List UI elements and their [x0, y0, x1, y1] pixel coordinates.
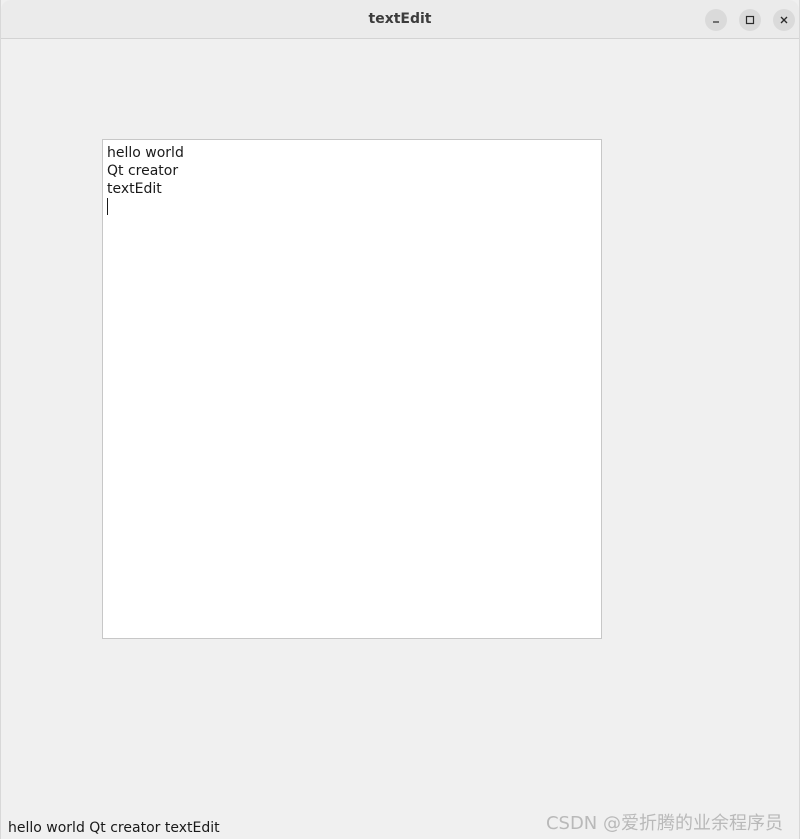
status-text: hello world Qt creator textEdit — [8, 820, 220, 836]
editor-line-1: hello world — [107, 145, 184, 161]
minimize-button[interactable] — [705, 9, 727, 31]
title-bar[interactable]: textEdit — [1, 0, 799, 39]
window-title: textEdit — [368, 11, 432, 27]
minimize-icon — [713, 21, 719, 23]
app-window: textEdit hello world Qt creator textEdit… — [0, 0, 800, 839]
editor-line-2: Qt creator — [107, 163, 179, 179]
watermark-text: CSDN @爱折腾的业余程序员 — [545, 813, 783, 834]
editor-line-4 — [107, 198, 597, 216]
text-edit-area[interactable]: hello world Qt creator textEdit — [102, 139, 602, 639]
close-button[interactable] — [773, 9, 795, 31]
close-icon — [780, 16, 788, 24]
editor-line-3: textEdit — [107, 181, 162, 197]
text-caret — [107, 198, 108, 215]
maximize-button[interactable] — [739, 9, 761, 31]
maximize-icon — [745, 15, 755, 25]
